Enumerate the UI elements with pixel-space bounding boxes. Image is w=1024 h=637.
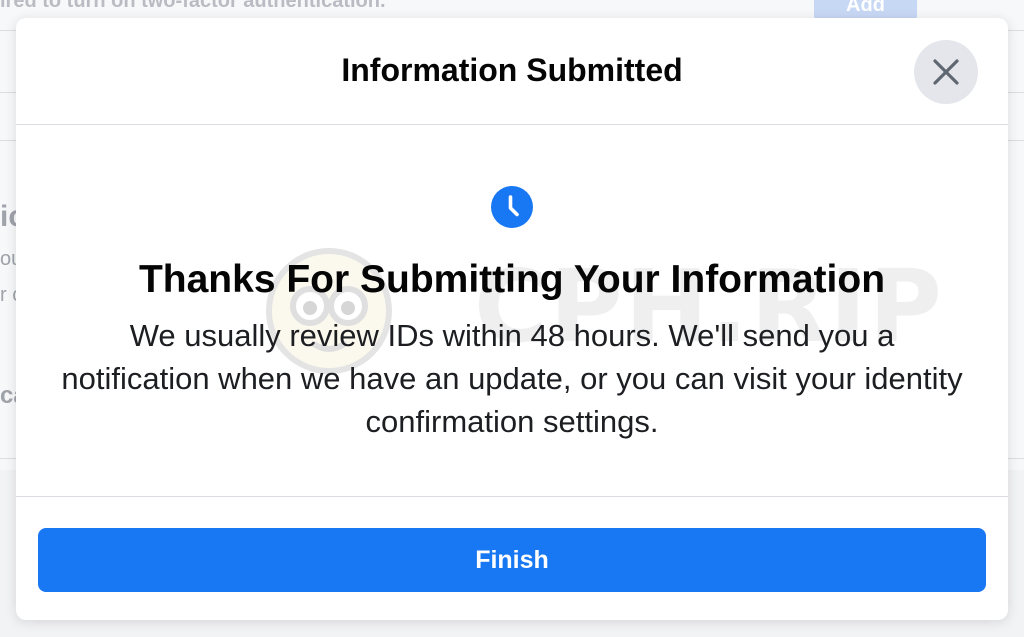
background-add-button: Add <box>814 0 917 20</box>
finish-button[interactable]: Finish <box>38 528 986 592</box>
dialog-header: Information Submitted <box>16 18 1008 125</box>
information-submitted-dialog: Information Submitted CPH.RIP Thanks For… <box>16 18 1008 620</box>
clock-icon <box>491 186 533 228</box>
background-text: ired to turn on two-factor authenticatio… <box>0 0 386 12</box>
close-icon <box>932 58 960 86</box>
confirmation-message: We usually review IDs within 48 hours. W… <box>61 318 963 439</box>
dialog-title: Information Submitted <box>341 52 683 88</box>
confirmation-heading: Thanks For Submitting Your Information <box>138 258 886 301</box>
footer-divider <box>16 496 1008 497</box>
close-button[interactable] <box>914 40 978 104</box>
